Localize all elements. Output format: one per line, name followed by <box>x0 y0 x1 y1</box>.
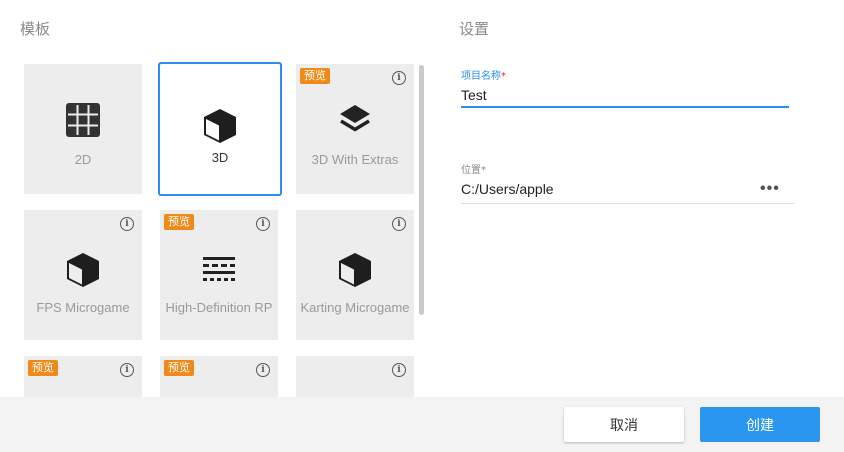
info-icon[interactable]: i <box>256 217 270 231</box>
layers-icon <box>296 100 414 140</box>
template-card-2d[interactable]: 2D <box>24 64 142 194</box>
preview-badge: 预览 <box>28 360 58 376</box>
template-card-preview-2[interactable]: 预览 i <box>160 356 278 397</box>
project-name-input[interactable] <box>461 84 789 108</box>
location-underline <box>461 203 794 204</box>
template-card-preview-1[interactable]: 预览 i <box>24 356 142 397</box>
template-card-fps-microgame[interactable]: i FPS Microgame <box>24 210 142 340</box>
location-label: 位置* <box>461 165 486 176</box>
templates-section-title: 模板 <box>20 20 51 38</box>
location-input[interactable] <box>461 178 761 200</box>
template-card-3d-with-extras[interactable]: 预览 i 3D With Extras <box>296 64 414 194</box>
preview-badge: 预览 <box>164 360 194 376</box>
info-icon[interactable]: i <box>120 363 134 377</box>
info-icon[interactable]: i <box>392 217 406 231</box>
template-card-label: 3D <box>211 150 229 165</box>
info-icon[interactable]: i <box>392 71 406 85</box>
template-card-3d[interactable]: 3D <box>158 62 282 196</box>
template-card-hdrp[interactable]: 预览 i High-Definition RP <box>160 210 278 340</box>
templates-scrollbar[interactable] <box>419 65 424 315</box>
cube-icon <box>296 250 414 290</box>
cube-icon <box>160 106 280 146</box>
required-mark: * <box>481 165 486 176</box>
template-card-label: 2D <box>74 152 92 167</box>
dialog-footer: 取消 创建 <box>0 397 844 452</box>
template-card-karting-microgame[interactable]: i Karting Microgame <box>296 210 414 340</box>
grid-icon <box>24 100 142 140</box>
info-icon[interactable]: i <box>392 363 406 377</box>
hdrp-icon <box>160 250 278 290</box>
create-button[interactable]: 创建 <box>700 407 820 442</box>
cancel-button[interactable]: 取消 <box>564 407 684 442</box>
preview-badge: 预览 <box>300 68 330 84</box>
info-icon[interactable]: i <box>120 217 134 231</box>
settings-section-title: 设置 <box>459 20 490 38</box>
browse-location-icon[interactable]: ••• <box>760 180 780 198</box>
template-card-label: Karting Microgame <box>300 300 410 315</box>
required-mark: * <box>501 71 506 82</box>
template-card-label: 3D With Extras <box>311 152 399 167</box>
info-icon[interactable]: i <box>256 363 270 377</box>
template-card-label: High-Definition RP <box>165 300 273 315</box>
template-card-3[interactable]: i <box>296 356 414 397</box>
preview-badge: 预览 <box>164 214 194 230</box>
cube-icon <box>24 250 142 290</box>
template-card-label: FPS Microgame <box>36 300 130 315</box>
project-name-label: 项目名称* <box>461 71 506 82</box>
